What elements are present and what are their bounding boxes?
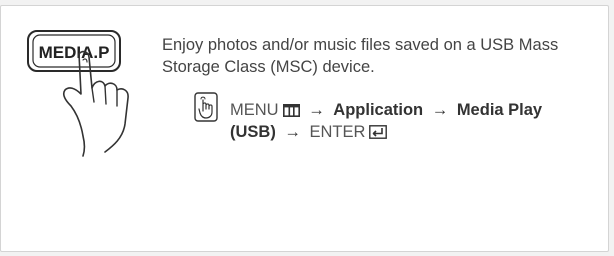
menu-grid-icon bbox=[282, 104, 300, 117]
enter-return-icon bbox=[369, 125, 388, 139]
menu-label: MENU bbox=[230, 101, 279, 119]
application-label: Application bbox=[333, 101, 424, 119]
menu-navigation-path: MENU → Application → Media Play (USB) → … bbox=[230, 99, 600, 143]
enter-label: ENTER bbox=[309, 123, 366, 141]
path-arrow: → bbox=[431, 101, 449, 119]
hand-pressing-button-icon: MEDIA.P bbox=[27, 30, 129, 157]
usb-label: (USB) bbox=[230, 123, 276, 141]
intro-text: Enjoy photos and/or music files saved on… bbox=[162, 36, 559, 76]
path-arrow: → bbox=[308, 101, 325, 119]
instruction-card: MEDIA.P Enjoy photos and/or music files … bbox=[0, 5, 609, 252]
media-play-key-label: MEDIA.P bbox=[39, 43, 110, 62]
media-play-label: Media Play bbox=[456, 101, 543, 119]
remote-hand-press-icon bbox=[194, 92, 218, 122]
path-arrow: → bbox=[284, 123, 301, 141]
